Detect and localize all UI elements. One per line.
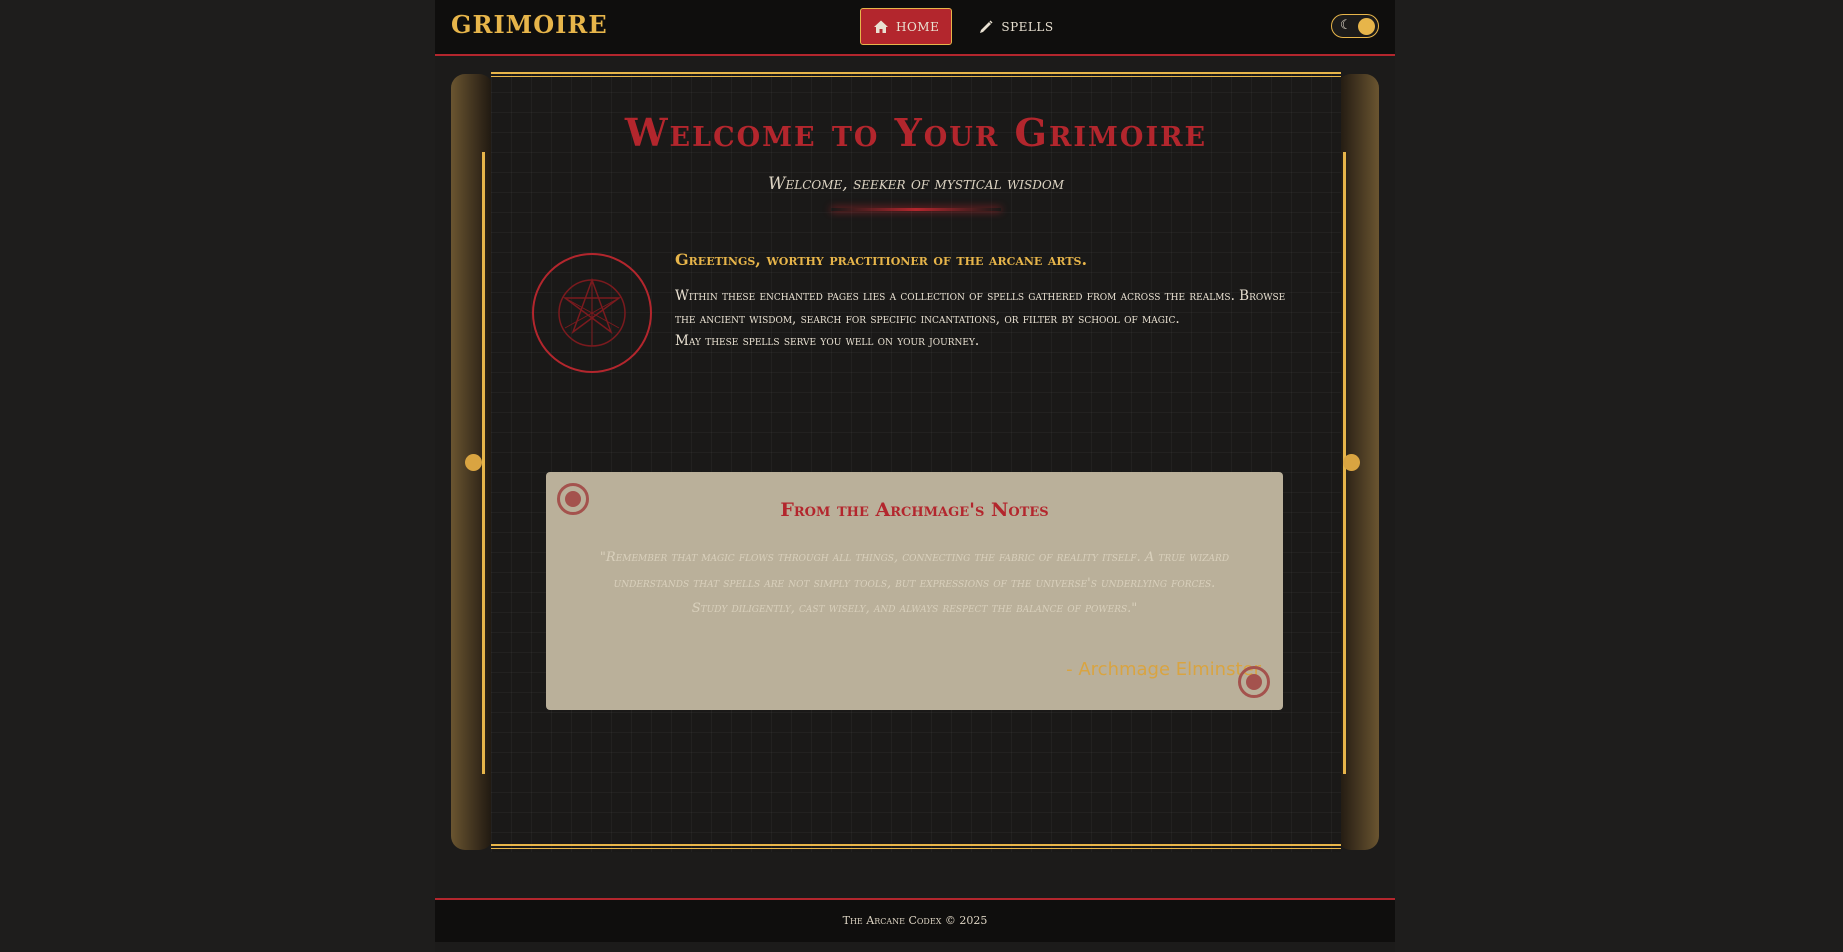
greeting-paragraph: Within these enchanted pages lies a coll… [675, 288, 1286, 327]
theme-toggle[interactable]: ☾ [1331, 14, 1379, 38]
nav-home-label: Home [896, 19, 940, 34]
toggle-knob [1358, 18, 1375, 35]
gold-divider-top [491, 72, 1341, 77]
gold-divider-bottom [491, 844, 1341, 849]
logo[interactable]: GRIMOIRE [451, 10, 608, 39]
nav-spells-label: Spells [1001, 19, 1054, 34]
roller-knob [465, 454, 482, 471]
app: GRIMOIRE Home Spells ☾ [435, 0, 1395, 952]
greeting-paragraph: May these spells serve you well on your … [675, 333, 980, 349]
greeting-heading: Greetings, worthy practitioner of the ar… [675, 250, 1088, 269]
greeting-body: Within these enchanted pages lies a coll… [675, 285, 1295, 353]
home-icon [874, 20, 888, 33]
notes-quote: "Remember that magic flows through all t… [599, 550, 1230, 616]
moon-icon: ☾ [1340, 18, 1352, 33]
footer-copyright: The Arcane Codex © 2025 [842, 914, 988, 927]
nav-home-button[interactable]: Home [860, 8, 953, 45]
header: GRIMOIRE Home Spells ☾ [435, 0, 1395, 56]
scroll-roller-right [1337, 74, 1379, 850]
nav-spells-button[interactable]: Spells [966, 8, 1065, 45]
roller-knob [1343, 454, 1360, 471]
quill-icon [980, 20, 993, 33]
ring-ornament-icon [1238, 666, 1270, 698]
page-subtitle: Welcome, seeker of mystical wisdom [768, 174, 1064, 194]
footer: The Arcane Codex © 2025 [435, 898, 1395, 942]
main-nav: Home Spells [860, 8, 1066, 45]
roller-gold-bar [482, 152, 485, 774]
notes-signature: - Archmage Elminster [1066, 659, 1261, 680]
pentagram-sigil-icon [532, 253, 652, 373]
page-title: Welcome to Your Grimoire [624, 110, 1208, 155]
archmage-notes-card: From the Archmage's Notes "Remember that… [546, 472, 1283, 710]
main-scroll: Welcome to Your Grimoire Welcome, seeker… [491, 72, 1341, 852]
glow-divider [831, 208, 1001, 211]
scroll-roller-left [451, 74, 493, 850]
notes-title: From the Archmage's Notes [780, 499, 1049, 521]
